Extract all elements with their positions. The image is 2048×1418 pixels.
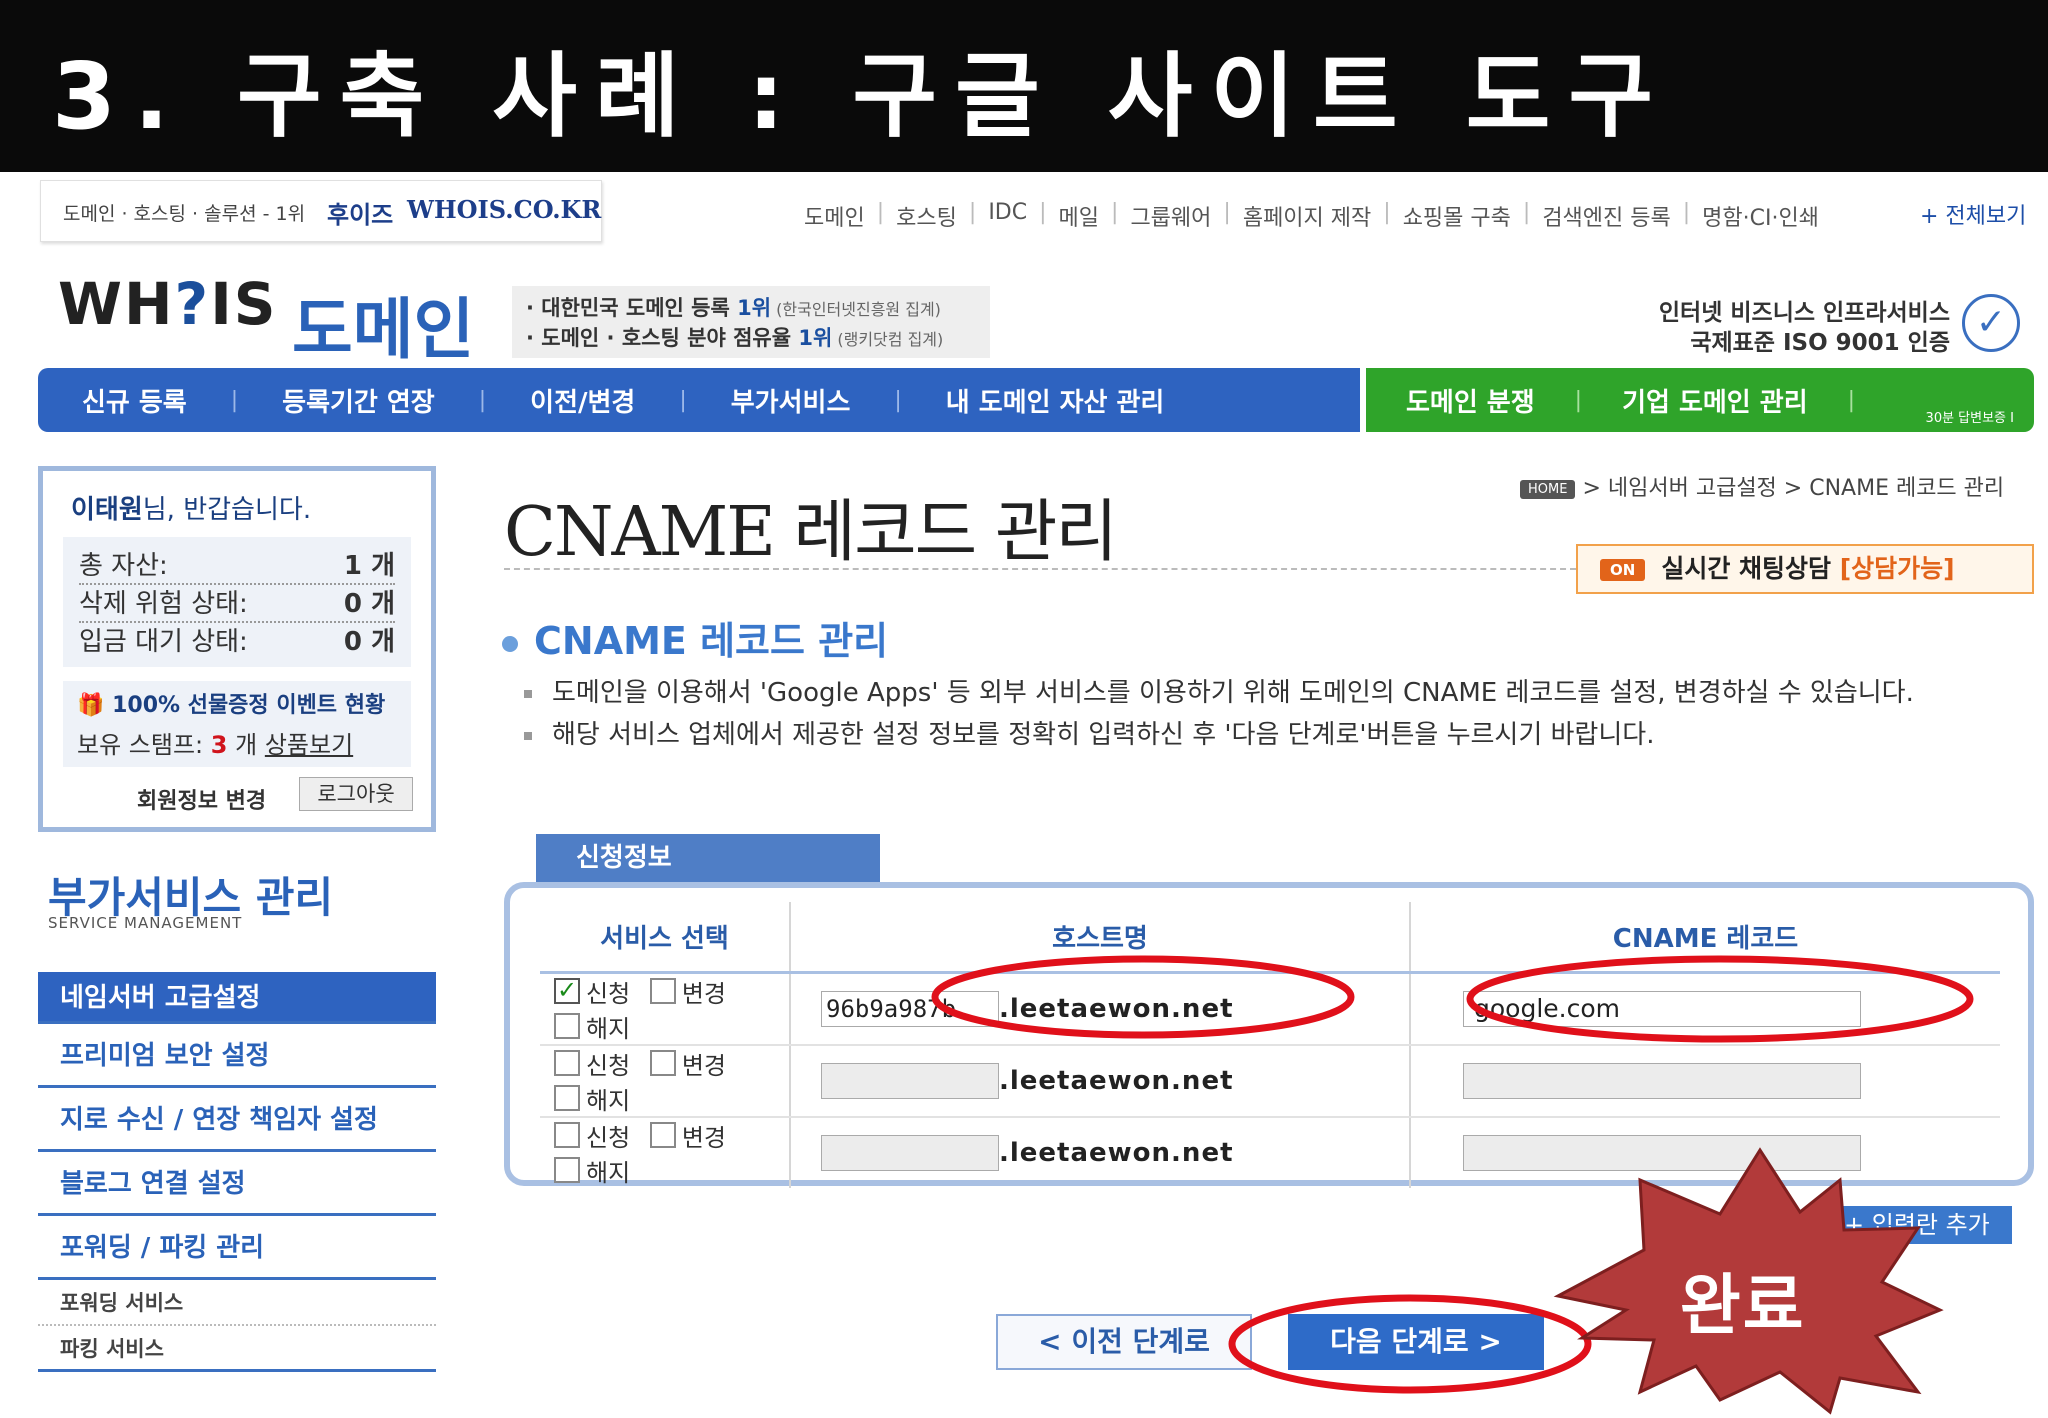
live-chat-button[interactable]: ON 실시간 채팅상담 [상담가능] xyxy=(1576,544,2034,594)
sidebar-subitem-parking[interactable]: 파킹 서비스 xyxy=(38,1326,436,1372)
sidebar-item-premium-security[interactable]: 프리미엄 보안 설정 xyxy=(38,1024,436,1088)
sidebar-subitem-forwarding[interactable]: 포워딩 서비스 xyxy=(38,1280,436,1326)
view-goods-link[interactable]: 상품보기 xyxy=(265,731,353,759)
next-step-button[interactable]: 다음 단계로 > xyxy=(1288,1314,1544,1370)
apply-checkbox[interactable]: ✓ xyxy=(554,978,580,1004)
main-nav: 신규 등록 | 등록기간 연장 | 이전/변경 | 부가서비스 | 내 도메인 자산 관… xyxy=(38,368,1360,432)
slide-title-bar: 3. 구축 사례 : 구글 사이트 도구 xyxy=(0,0,2048,172)
apply-checkbox[interactable] xyxy=(554,1122,580,1148)
sidebar-item-forwarding[interactable]: 포워딩 / 파킹 관리 xyxy=(38,1216,436,1280)
cname-table: 서비스 선택 호스트명 CNAME 레코드 ✓ 신청 변경 해지 96b9a987… xyxy=(540,902,2000,1188)
home-link[interactable]: HOME xyxy=(1520,479,1576,499)
logo-domain-title: 도메인 xyxy=(292,291,475,368)
table-row: 신청 변경 해지 .leetaewon.net xyxy=(540,1044,2000,1118)
host-input[interactable]: 96b9a987b xyxy=(821,990,999,1027)
top-brand-box: 도메인 · 호스팅 · 솔루션 - 1위 후이즈 WHOIS.CO.KR xyxy=(40,180,602,242)
user-panel: 이태원님, 반갑습니다. 총 자산: 1 개 삭제 위험 상태: 0 개 입금 대기… xyxy=(38,466,436,832)
change-checkbox[interactable] xyxy=(649,1122,676,1148)
top-nav-item[interactable]: 호스팅 xyxy=(884,200,969,232)
tagline: 도메인 · 호스팅 · 솔루션 - 1위 xyxy=(63,203,306,225)
sidebar-subtitle: SERVICE MANAGEMENT xyxy=(48,914,243,932)
host-input[interactable] xyxy=(821,1062,999,1099)
divider xyxy=(504,568,1576,570)
table-row: ✓ 신청 변경 해지 96b9a987b .leetaewon.net google… xyxy=(540,972,2000,1046)
section-heading: CNAME 레코드 관리 xyxy=(502,610,888,665)
gift-icon: 🎁 xyxy=(77,693,105,718)
col-hostname: 호스트명 xyxy=(789,902,1410,974)
prev-step-button[interactable]: < 이전 단계로 xyxy=(996,1314,1252,1370)
top-nav-item[interactable]: 쇼핑몰 구축 xyxy=(1391,200,1523,232)
sidebar-item-blog[interactable]: 블로그 연결 설정 xyxy=(38,1152,436,1216)
logout-button[interactable]: 로그아웃 xyxy=(299,777,413,811)
stat-row: 삭제 위험 상태: 0 개 xyxy=(79,585,395,623)
tab-application-info: 신청정보 xyxy=(536,834,880,882)
brand-en[interactable]: WHOIS.CO.KR xyxy=(407,195,601,224)
brand-kr[interactable]: 후이즈 xyxy=(327,195,393,230)
change-checkbox[interactable] xyxy=(649,1050,676,1076)
col-cname: CNAME 레코드 xyxy=(1409,902,2000,974)
event-box: 🎁 100% 선물증정 이벤트 현황 보유 스탬프: 3 개 상품보기 xyxy=(63,681,411,767)
top-nav-item[interactable]: 명함·CI·인쇄 xyxy=(1690,200,1831,232)
top-nav-item[interactable]: 그룹웨어 xyxy=(1118,200,1223,232)
cname-input[interactable] xyxy=(1463,1134,1861,1171)
stat-row: 입금 대기 상태: 0 개 xyxy=(79,627,395,657)
add-row-button[interactable]: + 입력란 추가 xyxy=(1834,1206,2012,1244)
nav-new-registration[interactable]: 신규 등록 xyxy=(38,382,231,419)
sidebar-item-giro[interactable]: 지로 수신 / 연장 책임자 설정 xyxy=(38,1088,436,1152)
rank-info-box: · 대한민국 도메인 등록 1위 (한국인터넷진흥원 집계) · 도메인 · 호… xyxy=(512,286,990,358)
asset-stats: 총 자산: 1 개 삭제 위험 상태: 0 개 입금 대기 상태: 0 개 xyxy=(63,537,411,667)
top-nav-item[interactable]: 홈페이지 제작 xyxy=(1231,200,1383,232)
top-nav-item[interactable]: 검색엔진 등록 xyxy=(1530,200,1682,232)
top-nav-item[interactable]: IDC xyxy=(976,200,1039,232)
answer-guarantee-label: 30분 답변보증 I xyxy=(1925,411,2014,426)
apply-checkbox[interactable] xyxy=(554,1050,580,1076)
stat-row: 총 자산: 1 개 xyxy=(79,547,395,585)
slide-title: 3. 구축 사례 : 구글 사이트 도구 xyxy=(52,43,1671,150)
top-nav-item[interactable]: 메일 xyxy=(1047,200,1111,232)
nav-transfer[interactable]: 이전/변경 xyxy=(486,382,679,419)
cancel-checkbox[interactable] xyxy=(554,1085,580,1111)
view-all-link[interactable]: + 전체보기 xyxy=(1920,198,2026,230)
iso-certification: 인터넷 비즈니스 인프라서비스 국제표준 ISO 9001 인증 xyxy=(1658,300,1950,356)
top-nav: 도메인 | 호스팅 | IDC | 메일 | 그룹웨어 | 홈페이지 제작 | 쇼핑몰 구축… xyxy=(792,200,1831,232)
col-service: 서비스 선택 xyxy=(540,902,790,974)
edit-member-info-link[interactable]: 회원정보 변경 xyxy=(137,783,266,815)
nav-addon-services[interactable]: 부가서비스 xyxy=(687,382,895,419)
change-checkbox[interactable] xyxy=(649,978,676,1004)
green-nav: 도메인 분쟁 | 기업 도메인 관리 | 30분 답변보증 I xyxy=(1366,368,2034,432)
cname-input[interactable] xyxy=(1463,1062,1861,1099)
done-label: 완료 xyxy=(1680,1267,1806,1344)
description: 도메인을 이용해서 'Google Apps' 등 외부 서비스를 이용하기 위… xyxy=(520,676,1940,760)
nav-my-domain-assets[interactable]: 내 도메인 자산 관리 xyxy=(902,382,1209,419)
nav-corporate-domain[interactable]: 기업 도메인 관리 xyxy=(1582,382,1848,419)
nav-domain-dispute[interactable]: 도메인 분쟁 xyxy=(1366,382,1575,419)
cname-input[interactable]: google.com xyxy=(1463,990,1861,1027)
whois-logo[interactable]: WH?IS xyxy=(58,270,278,338)
top-nav-item[interactable]: 도메인 xyxy=(792,200,877,232)
event-title[interactable]: 100% 선물증정 이벤트 현황 xyxy=(112,693,385,718)
cancel-checkbox[interactable] xyxy=(554,1013,580,1039)
page-title: CNAME 레코드 관리 xyxy=(504,493,1118,572)
breadcrumb: HOME > 네임서버 고급설정 > CNAME 레코드 관리 xyxy=(1520,470,2004,502)
greeting: 이태원님, 반갑습니다. xyxy=(71,495,312,525)
check-badge-icon: ✓ xyxy=(1962,294,2020,352)
table-row: 신청 변경 해지 .leetaewon.net xyxy=(540,1116,2000,1188)
sidebar-item-nameserver[interactable]: 네임서버 고급설정 xyxy=(38,972,436,1024)
sidebar-menu: 네임서버 고급설정 프리미엄 보안 설정 지로 수신 / 연장 책임자 설정 블… xyxy=(38,964,436,1372)
host-input[interactable] xyxy=(821,1134,999,1171)
cname-table-box: 서비스 선택 호스트명 CNAME 레코드 ✓ 신청 변경 해지 96b9a987… xyxy=(504,882,2034,1188)
cancel-checkbox[interactable] xyxy=(554,1157,580,1183)
nav-extend-period[interactable]: 등록기간 연장 xyxy=(238,382,479,419)
